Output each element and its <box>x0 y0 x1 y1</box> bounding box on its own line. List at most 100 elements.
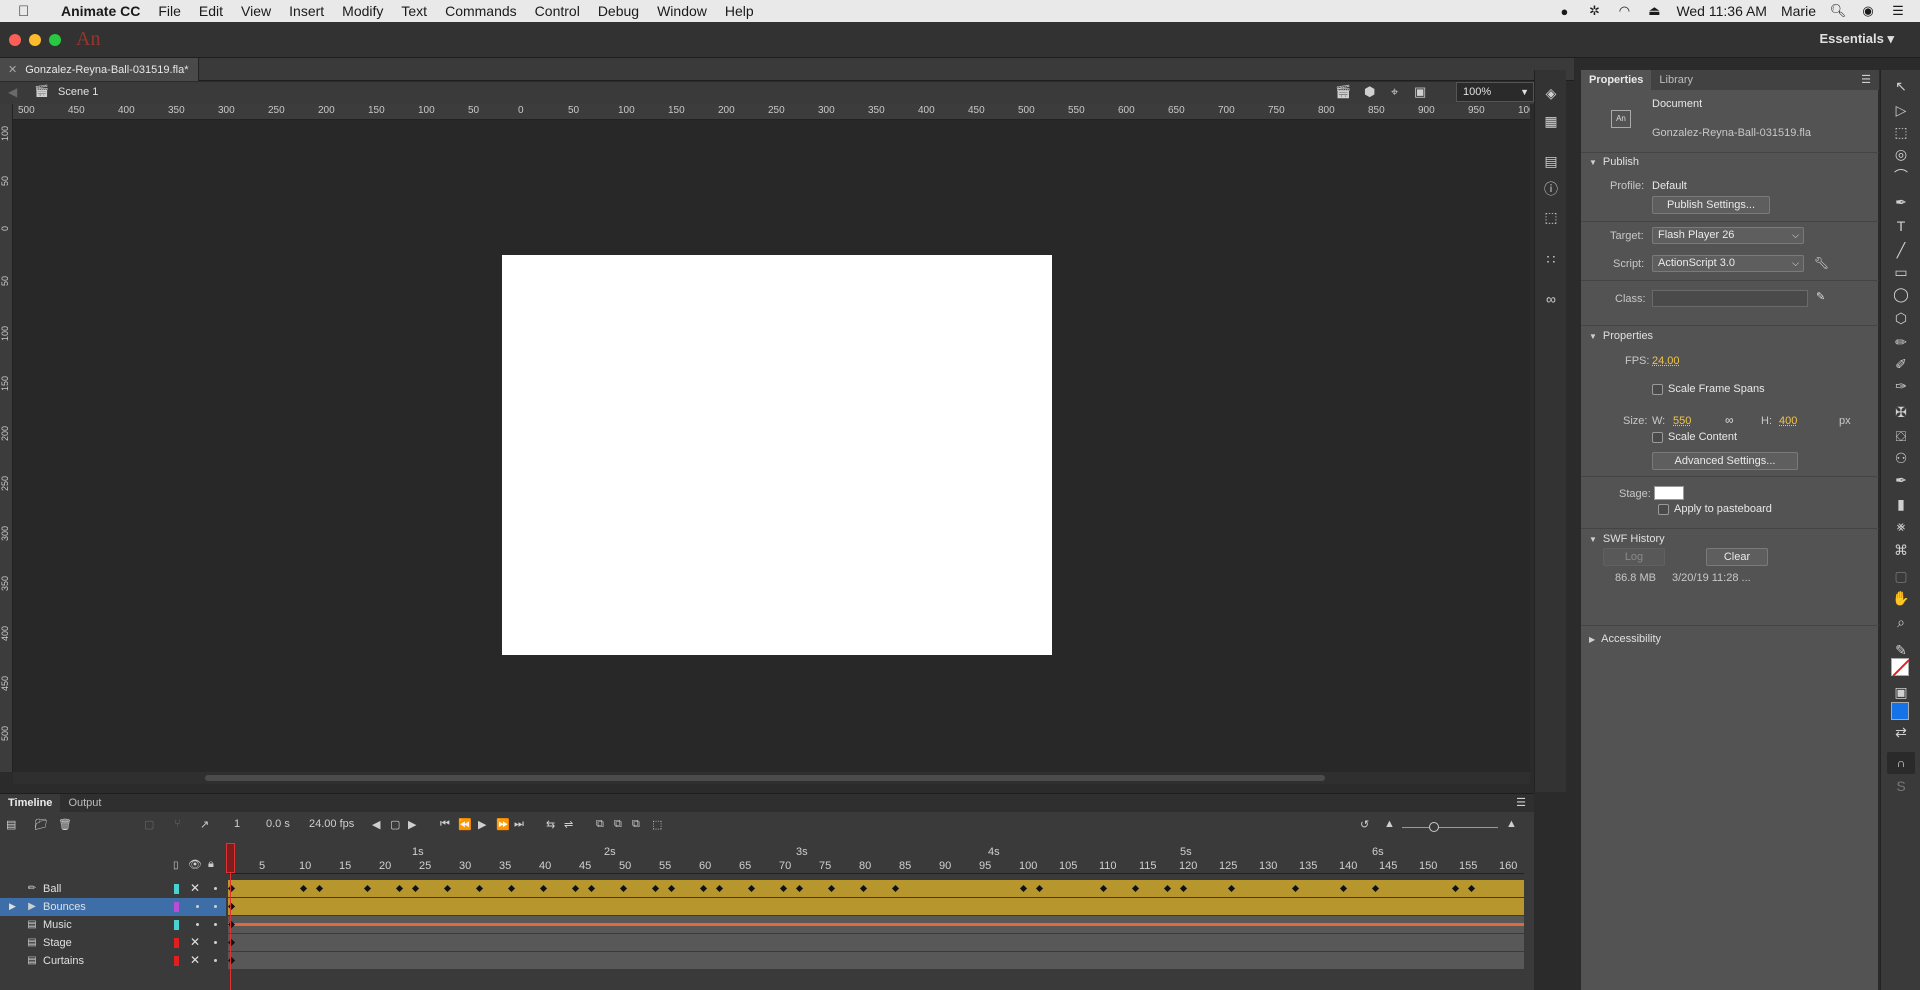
log-button[interactable]: Log <box>1603 548 1665 566</box>
menu-file[interactable]: File <box>149 3 190 19</box>
stage-color-swatch[interactable] <box>1654 486 1684 500</box>
snap-icon[interactable]: ⌖ <box>1391 84 1398 100</box>
keyframe-marker[interactable] <box>539 884 548 893</box>
center-frame-icon[interactable]: ⇌ <box>564 818 573 831</box>
keyframe-marker[interactable] <box>795 884 804 893</box>
menu-insert[interactable]: Insert <box>280 3 333 19</box>
current-frame[interactable]: 1 <box>234 818 240 830</box>
hand-tool-icon[interactable]: ✋ <box>1891 588 1911 608</box>
layer-color-swatch[interactable] <box>174 956 179 966</box>
keyframe-marker[interactable] <box>1163 884 1172 893</box>
scale-frame-spans-checkbox[interactable] <box>1652 384 1663 395</box>
zoom-tool-icon[interactable]: ⌕ <box>1891 612 1911 632</box>
smooth-icon[interactable]: S <box>1891 776 1911 796</box>
width-value[interactable]: 550 <box>1673 415 1691 427</box>
keyframe-marker[interactable] <box>363 884 372 893</box>
panel-menu-icon[interactable]: ☰ <box>1516 796 1526 809</box>
go-to-last-frame-icon[interactable]: ⏭ <box>514 818 524 831</box>
layer-color-swatch[interactable] <box>174 920 179 930</box>
fill-color-icon[interactable]: ▣ <box>1891 682 1911 702</box>
edit-scene-icon[interactable]: 🎬︎ <box>1335 84 1352 100</box>
height-value[interactable]: 400 <box>1779 415 1797 427</box>
layer-name-area[interactable]: ✏ Ball ✕ <box>0 880 226 898</box>
brush-tool-icon[interactable]: ✑ <box>1891 376 1911 396</box>
keyframe-marker[interactable] <box>395 884 404 893</box>
keyframe-marker[interactable] <box>747 884 756 893</box>
horizontal-scrollbar[interactable] <box>13 772 1530 784</box>
keyframe-marker[interactable] <box>1339 884 1348 893</box>
properties-section-header[interactable]: ▼ Properties <box>1589 330 1653 342</box>
layer-hidden-x-icon[interactable]: ✕ <box>190 953 200 967</box>
lock-dot-icon[interactable] <box>214 959 217 962</box>
frame-ruler[interactable]: 1510152025303540455055606570758085909510… <box>227 844 1524 874</box>
lock-dot-icon[interactable] <box>214 887 217 890</box>
pen-tool-icon[interactable]: ✒ <box>1891 192 1911 212</box>
elapsed-time[interactable]: 0.0 s <box>266 818 290 830</box>
panel-menu-icon[interactable]: ☰ <box>1861 73 1871 86</box>
layer-hidden-x-icon[interactable]: ✕ <box>190 935 200 949</box>
keyframe-marker[interactable] <box>619 884 628 893</box>
layer-frames-track[interactable] <box>227 916 1524 933</box>
keyframe-marker[interactable] <box>1451 884 1460 893</box>
pencil-edit-icon[interactable]: ✎ <box>1816 290 1825 303</box>
advanced-settings-button[interactable]: Advanced Settings... <box>1652 452 1798 470</box>
step-forward-icon[interactable]: ⏩ <box>496 818 510 831</box>
stage-pasteboard[interactable] <box>13 120 1530 772</box>
publish-section-header[interactable]: ▼ Publish <box>1589 156 1639 168</box>
zoom-window-button[interactable] <box>49 34 61 46</box>
line-tool-icon[interactable]: ╱ <box>1891 240 1911 260</box>
keyframe-marker[interactable] <box>1291 884 1300 893</box>
layer-frames-track[interactable] <box>227 934 1524 951</box>
transform-panel-icon[interactable]: ⬚ <box>1542 208 1560 226</box>
frame-rate[interactable]: 24.00 fps <box>309 818 354 830</box>
keyframe-marker[interactable] <box>1019 884 1028 893</box>
edit-multiple-frames-icon[interactable]: ⧉ <box>632 818 640 831</box>
publish-settings-button[interactable]: Publish Settings... <box>1652 196 1770 214</box>
outline-header-icon[interactable]: ▯ <box>173 860 179 871</box>
snap-to-objects-icon[interactable]: ∩ <box>1887 752 1915 774</box>
ink-bottle-tool-icon[interactable]: ⚇ <box>1891 448 1911 468</box>
lock-dot-icon[interactable] <box>214 905 217 908</box>
apply-pasteboard-checkbox[interactable] <box>1658 504 1669 515</box>
menu-view[interactable]: View <box>232 3 280 19</box>
fill-swatch[interactable] <box>1891 702 1909 720</box>
components-panel-icon[interactable]: ∷ <box>1542 250 1560 268</box>
back-arrow-icon[interactable]: ◀ <box>8 85 17 99</box>
keyframe-marker[interactable] <box>507 884 516 893</box>
width-tool-icon[interactable]: ⨳ <box>1891 516 1911 536</box>
edit-symbol-icon[interactable]: ⬢ <box>1364 84 1375 100</box>
delete-layer-icon[interactable]: 🗑︎ <box>58 818 72 831</box>
color-panel-icon[interactable]: ◈ <box>1542 84 1560 102</box>
keyframe-marker[interactable] <box>443 884 452 893</box>
layer-color-swatch[interactable] <box>174 938 179 948</box>
eyedropper-tool-icon[interactable]: ✒ <box>1891 470 1911 490</box>
clip-content-icon[interactable]: ▣ <box>1414 84 1426 100</box>
undo-icon[interactable]: ↺ <box>1360 818 1369 831</box>
info-panel-icon[interactable]: ⓘ <box>1542 180 1560 198</box>
keyframe-marker[interactable] <box>315 884 324 893</box>
camera-layer-icon[interactable]: ▢ <box>144 818 154 831</box>
layer-hidden-x-icon[interactable]: ✕ <box>190 881 200 895</box>
eraser-tool-icon[interactable]: ▮ <box>1891 494 1911 514</box>
keyframe-marker[interactable] <box>1467 884 1476 893</box>
keyframe-marker[interactable] <box>667 884 676 893</box>
workspace-switcher[interactable]: Essentials ▾ <box>1820 31 1894 47</box>
layer-name-area[interactable]: ▤ Music <box>0 916 226 934</box>
tab-timeline[interactable]: Timeline <box>0 794 61 812</box>
swf-history-section-header[interactable]: ▼ SWF History <box>1589 533 1665 545</box>
keyframe-marker[interactable] <box>1131 884 1140 893</box>
wrench-icon[interactable]: 🔧︎ <box>1814 256 1829 270</box>
vertical-scrollbar[interactable] <box>1524 120 1530 772</box>
layer-color-swatch[interactable] <box>174 884 179 894</box>
slider-handle[interactable] <box>1429 822 1439 832</box>
cc-libraries-icon[interactable]: ∞ <box>1542 290 1560 308</box>
creative-cloud-icon[interactable]: ● <box>1556 4 1572 19</box>
graph-icon[interactable]: ↗ <box>200 818 209 831</box>
keyframe-marker[interactable] <box>1227 884 1236 893</box>
menu-commands[interactable]: Commands <box>436 3 526 19</box>
go-to-first-frame-icon[interactable]: ⏮ <box>440 818 450 831</box>
link-constrain-icon[interactable]: ∞ <box>1725 413 1734 427</box>
layer-parenting-icon[interactable]: ⑂ <box>174 818 181 830</box>
keyframe-marker[interactable] <box>1035 884 1044 893</box>
keyframe-marker[interactable] <box>475 884 484 893</box>
